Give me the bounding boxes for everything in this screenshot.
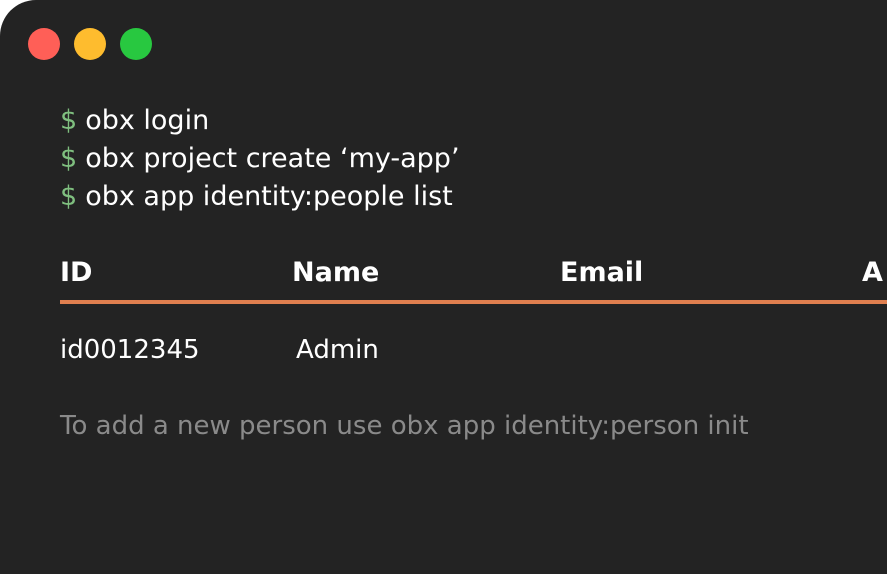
hint-text: To add a new person use obx app identity… — [60, 411, 749, 441]
prompt-symbol: $ — [60, 105, 78, 136]
column-header-id: ID — [60, 257, 93, 288]
terminal-window: $ obx login $ obx project create ‘my-app’ … — [0, 0, 887, 574]
minimize-button[interactable] — [74, 28, 106, 60]
column-header-name: Name — [292, 257, 380, 288]
command-text: obx login — [85, 105, 210, 136]
prompt-symbol: $ — [60, 181, 78, 212]
prompt-symbol: $ — [60, 143, 78, 174]
command-line-login: $ obx login — [60, 105, 209, 137]
command-text: obx app identity:people list — [85, 181, 453, 212]
table-header-divider — [60, 300, 887, 304]
window-controls — [28, 28, 152, 60]
close-button[interactable] — [28, 28, 60, 60]
table-cell-id: id0012345 — [60, 335, 200, 365]
command-line-project-create: $ obx project create ‘my-app’ — [60, 143, 460, 175]
command-text: obx project create ‘my-app’ — [85, 143, 460, 174]
column-header-truncated: A — [862, 257, 883, 288]
maximize-button[interactable] — [120, 28, 152, 60]
column-header-email: Email — [560, 257, 644, 288]
command-line-people-list: $ obx app identity:people list — [60, 181, 453, 213]
table-cell-name: Admin — [296, 335, 379, 365]
